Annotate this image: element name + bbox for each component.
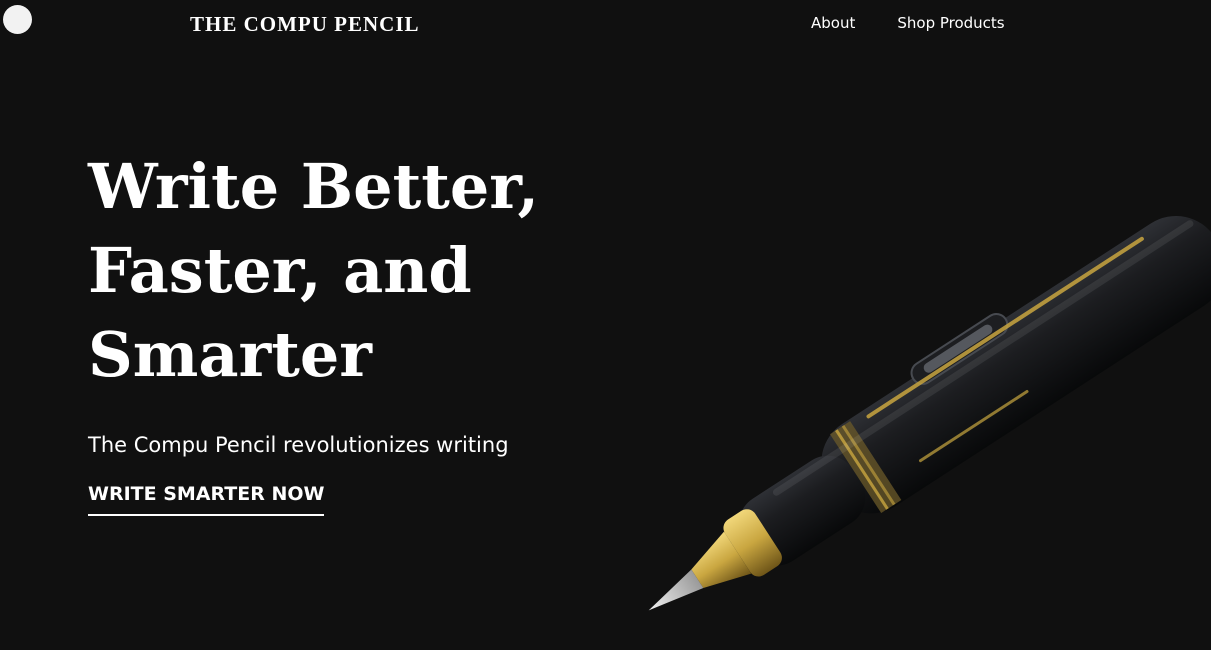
fountain-pen-image <box>648 215 1211 611</box>
nav-link-shop-products[interactable]: Shop Products <box>897 14 1004 32</box>
hero-subtitle: The Compu Pencil revolutionizes writing <box>88 433 509 457</box>
top-nav: About Shop Products <box>811 14 1005 32</box>
headline-line: Smarter <box>88 318 372 391</box>
write-smarter-now-button[interactable]: WRITE SMARTER NOW <box>88 483 325 516</box>
landing-page: THE COMPU PENCIL About Shop Products Wri… <box>0 0 1211 650</box>
nav-link-about[interactable]: About <box>811 14 855 32</box>
circle-menu-icon[interactable] <box>3 5 32 34</box>
hero-headline: Write Better, Faster, and Smarter <box>88 145 648 397</box>
headline-line: Faster, and <box>88 234 472 307</box>
brand-logo[interactable]: THE COMPU PENCIL <box>190 12 420 37</box>
hero-section: Write Better, Faster, and Smarter The Co… <box>88 145 648 516</box>
headline-line: Write Better, <box>88 150 540 223</box>
